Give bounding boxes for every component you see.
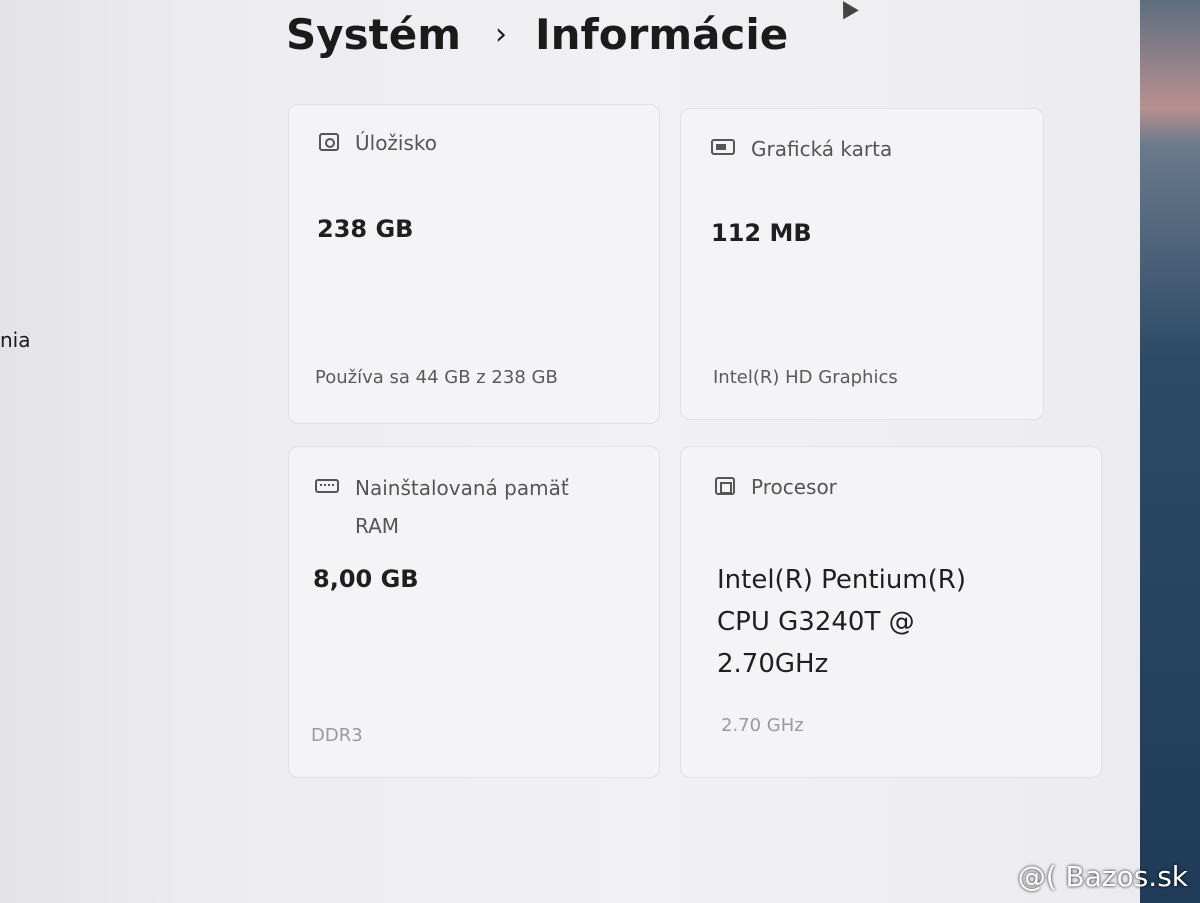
sidebar-item-partial[interactable]: nia [0,328,31,352]
storage-label: Úložisko [355,131,438,155]
storage-detail: Používa sa 44 GB z 238 GB [315,367,558,388]
memory-header: Nainštalovaná pamäť RAM [315,476,569,545]
processor-value-line3: 2.70GHz [717,649,829,679]
processor-label: Procesor [751,475,837,499]
storage-card: Úložisko 238 GB Používa sa 44 GB z 238 G… [288,104,660,424]
chevron-right-icon: › [494,17,507,52]
graphics-label: Grafická karta [751,137,893,161]
memory-card: Nainštalovaná pamäť RAM 8,00 GB DDR3 [288,446,660,778]
gpu-icon [711,139,735,155]
settings-window: nia Systém › Informácie Úložisko 238 GB … [0,0,1168,903]
breadcrumb-parent[interactable]: Systém [286,10,461,59]
memory-value: 8,00 GB [313,565,419,593]
memory-label: Nainštalovaná pamäť RAM [355,469,569,545]
storage-header: Úložisko [319,131,437,155]
processor-header: Procesor [715,475,837,499]
graphics-header: Grafická karta [711,137,892,161]
desktop-background [1140,0,1200,903]
processor-value: Intel(R) Pentium(R) CPU G3240T @ 2.70GHz [717,559,966,685]
storage-value: 238 GB [317,215,414,243]
graphics-card: Grafická karta 112 MB Intel(R) HD Graphi… [680,108,1044,420]
watermark: @( Bazos.sk [1017,860,1188,893]
processor-value-line1: Intel(R) Pentium(R) [717,565,966,595]
ram-icon [315,479,339,493]
disk-icon [319,133,339,151]
processor-detail: 2.70 GHz [721,715,804,736]
breadcrumb: Systém › Informácie [286,10,788,59]
memory-label-line2: RAM [355,514,400,538]
processor-card: Procesor Intel(R) Pentium(R) CPU G3240T … [680,446,1102,778]
graphics-value: 112 MB [711,219,812,247]
memory-detail: DDR3 [311,725,363,746]
page-title: Informácie [534,10,789,59]
pointer-cursor-icon [835,0,859,20]
cpu-icon [715,477,735,495]
graphics-detail: Intel(R) HD Graphics [713,367,898,388]
memory-label-line1: Nainštalovaná pamäť [355,476,569,500]
processor-value-line2: CPU G3240T @ [717,607,915,637]
